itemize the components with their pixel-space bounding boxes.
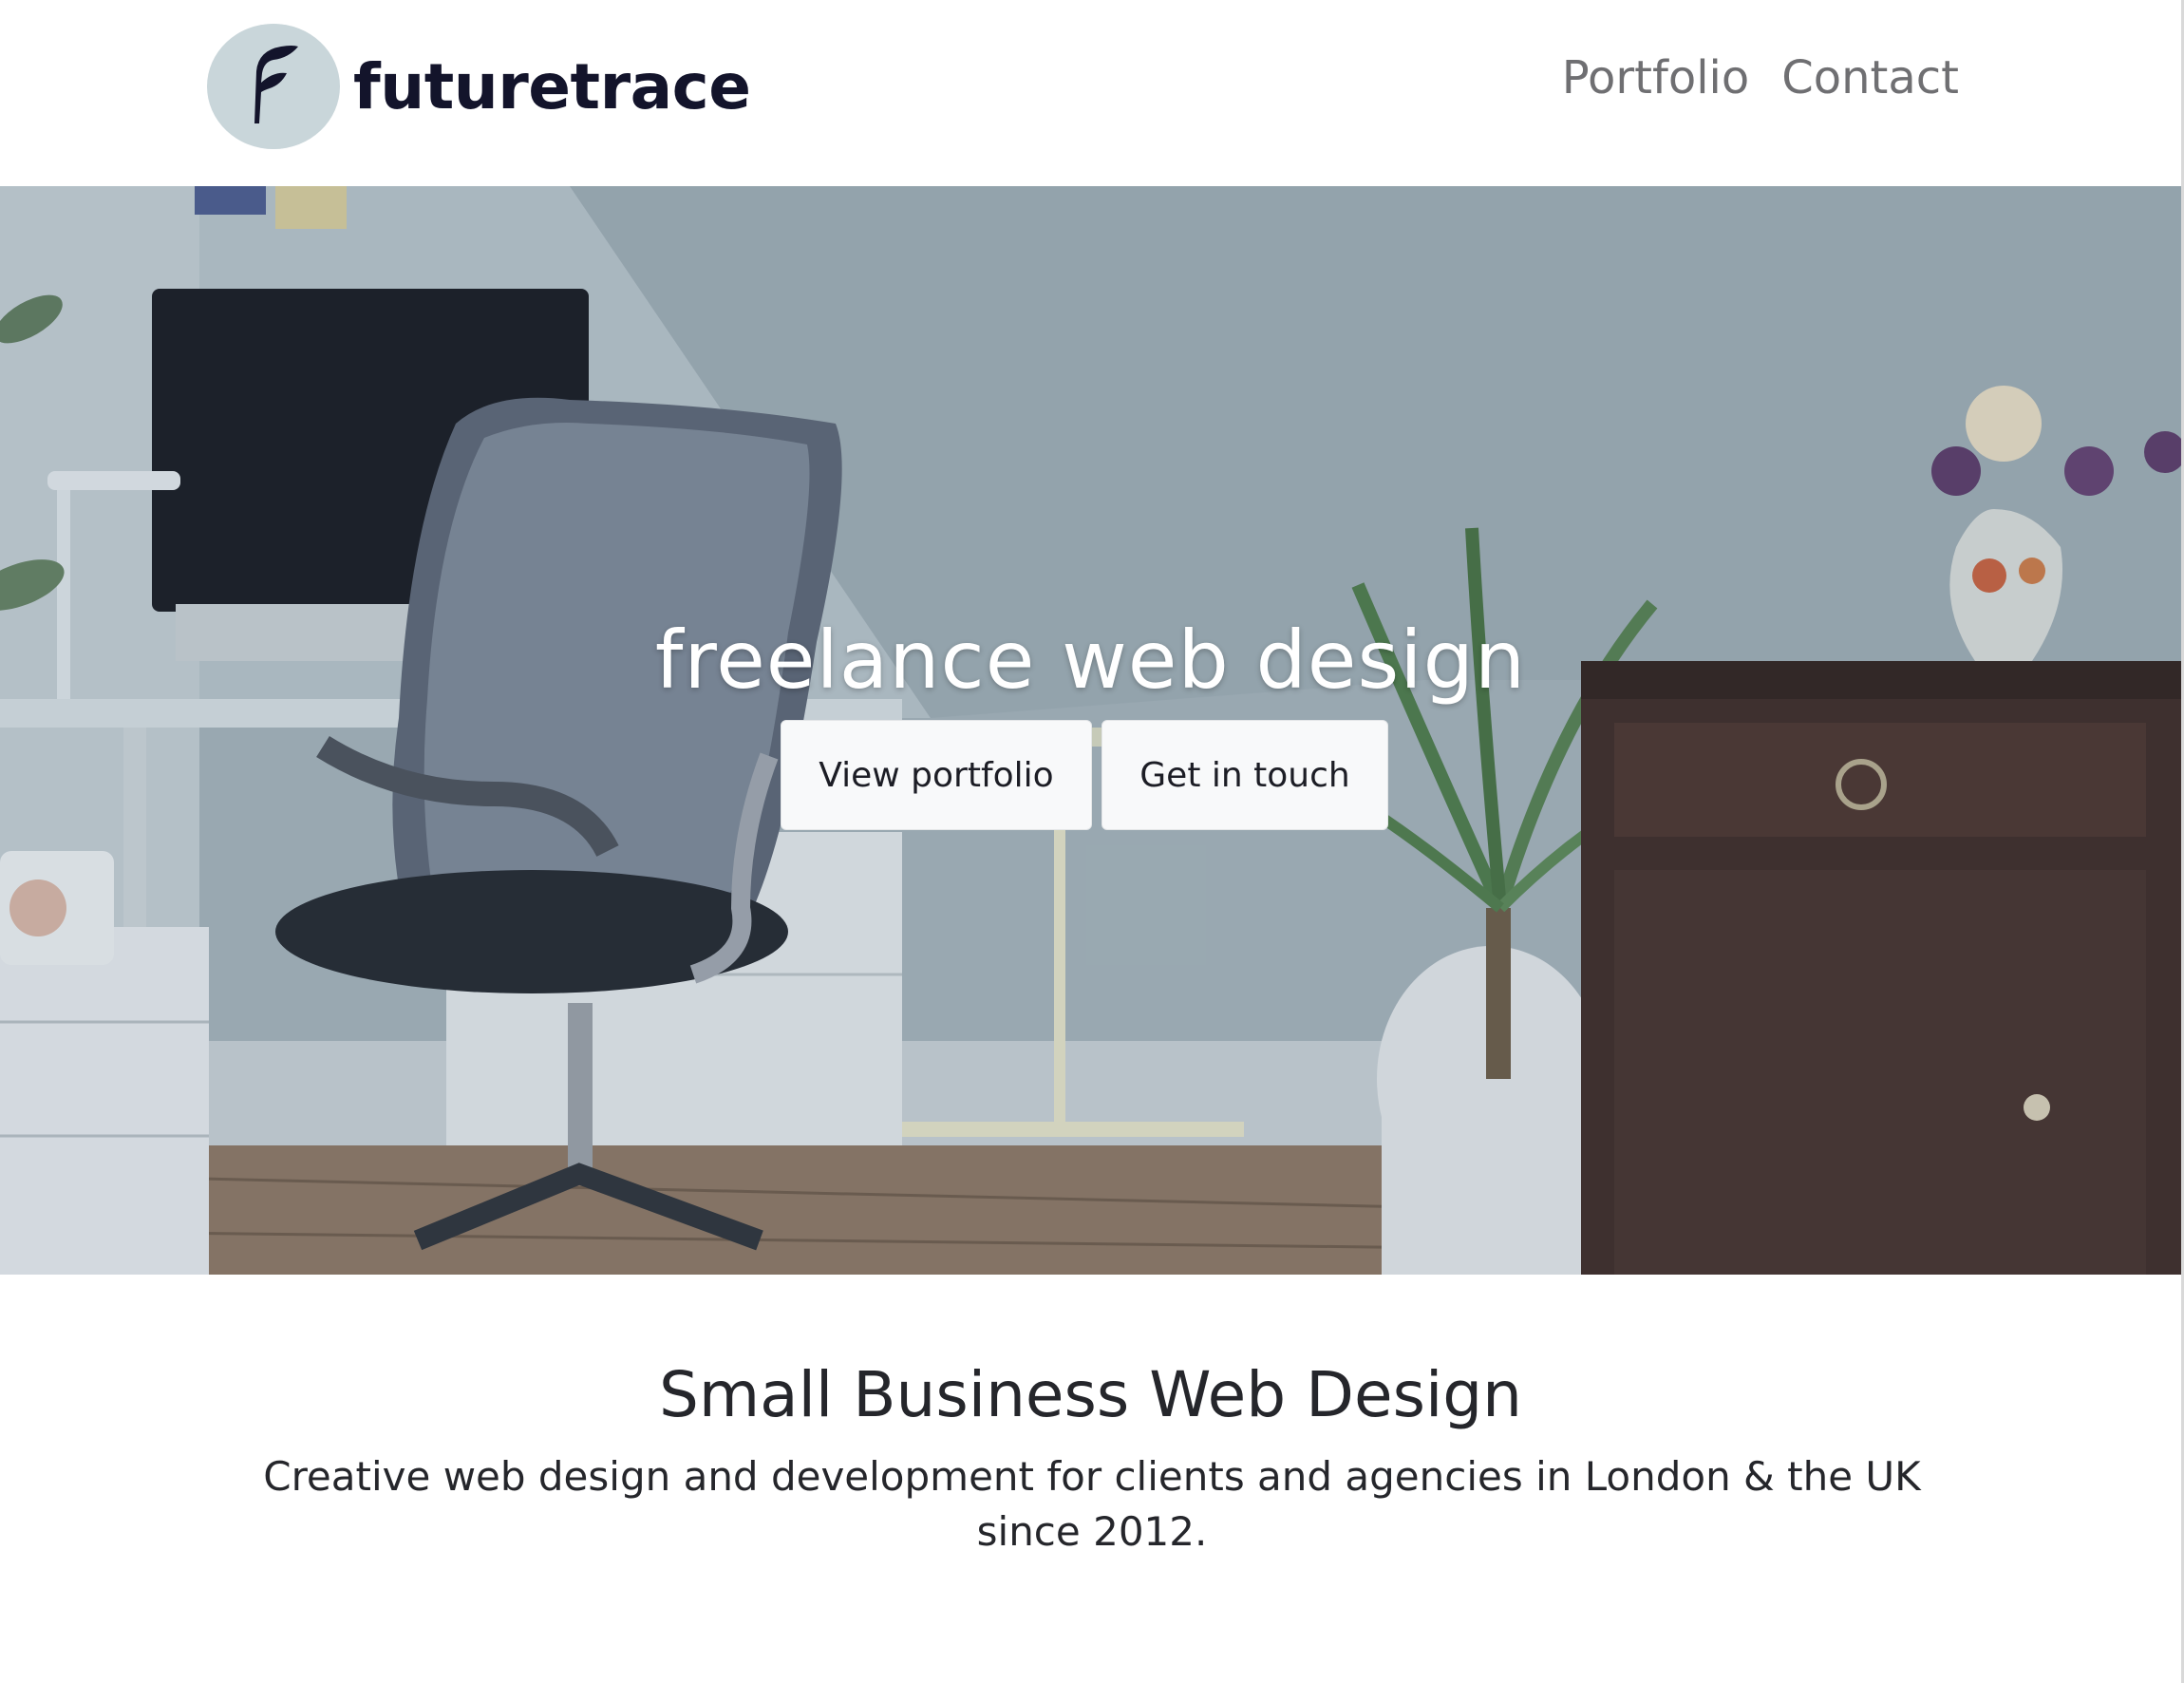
get-in-touch-button[interactable]: Get in touch [1101,720,1388,830]
hero-section: freelance web design View portfolio Get … [0,186,2181,1275]
intro-section: Small Business Web Design Creative web d… [0,1275,2181,1683]
leaf-logo-icon [207,24,340,149]
site-header: futuretrace Portfolio Contact [0,0,2181,186]
nav-contact-link[interactable]: Contact [1781,55,1959,101]
main-nav: Portfolio Contact [1562,55,1959,101]
brand-logo-link[interactable]: futuretrace [207,24,751,149]
view-portfolio-button[interactable]: View portfolio [781,720,1092,830]
hero-buttons: View portfolio Get in touch [781,720,1388,830]
intro-text: Creative web design and development for … [263,1453,1921,1555]
intro-heading: Small Business Web Design [658,1358,1523,1431]
hero-title: freelance web design [654,614,1527,707]
nav-portfolio-link[interactable]: Portfolio [1562,55,1749,101]
brand-name: futuretrace [353,49,751,123]
